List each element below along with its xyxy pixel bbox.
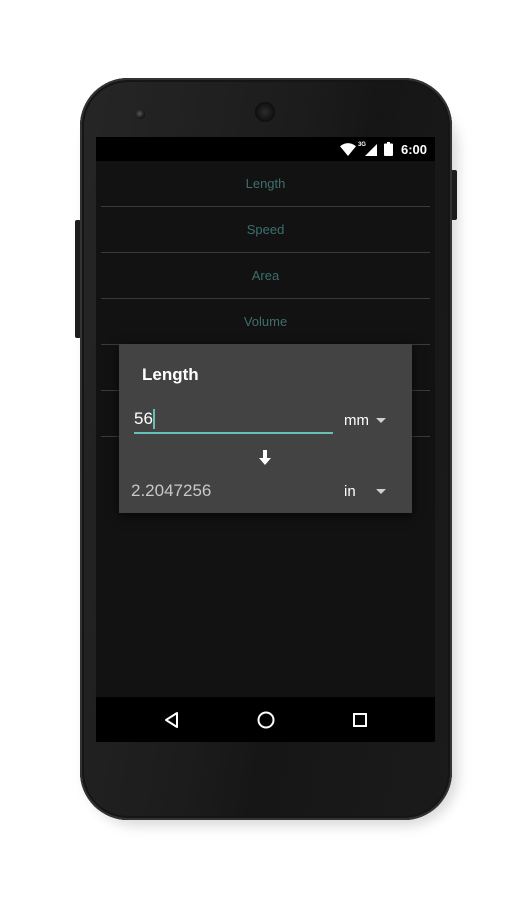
signal-icon [364,143,377,156]
navigation-bar [96,697,435,742]
category-item-speed[interactable]: Speed [101,207,430,253]
to-unit-label: in [344,482,356,500]
dropdown-arrow-icon [376,489,386,494]
back-icon [165,711,178,728]
category-label: Area [251,268,280,283]
network-type-label: 3G [357,142,366,148]
screen: 3G 6:00 Length Speed Area Volume Length … [96,137,435,742]
recent-apps-button[interactable] [330,697,390,742]
category-item-volume[interactable]: Volume [101,299,430,345]
category-label: Speed [246,222,285,237]
front-camera [136,110,145,119]
result-value: 2.2047256 [131,481,212,500]
category-item-length[interactable]: Length [101,161,430,207]
from-unit-dropdown[interactable]: mm [344,407,404,433]
home-icon [257,711,275,728]
text-cursor [153,409,155,429]
back-button[interactable] [142,697,202,742]
category-label: Volume [243,314,288,329]
proximity-sensor [379,111,385,117]
value-input[interactable] [134,406,333,432]
category-item-area[interactable]: Area [101,253,430,299]
recent-apps-icon [353,712,367,727]
wifi-icon [339,142,356,156]
dialog-title: Length [142,365,199,384]
home-button[interactable] [236,697,296,742]
to-unit-dropdown[interactable]: in [344,478,404,504]
status-clock: 6:00 [400,141,427,157]
battery-icon [383,142,393,156]
from-unit-label: mm [344,411,369,429]
arrow-down-icon [259,450,271,465]
dropdown-arrow-icon [376,418,386,423]
category-label: Length [245,176,286,191]
earpiece-speaker [255,102,275,122]
status-icons: 3G 6:00 [339,137,427,161]
light-sensor [391,111,397,117]
value-input-wrapper[interactable] [134,406,333,434]
status-bar: 3G 6:00 [96,137,435,161]
device-mockup: 3G 6:00 Length Speed Area Volume Length … [0,0,532,900]
conversion-dialog: Length mm 2.2047256 in [119,344,412,513]
